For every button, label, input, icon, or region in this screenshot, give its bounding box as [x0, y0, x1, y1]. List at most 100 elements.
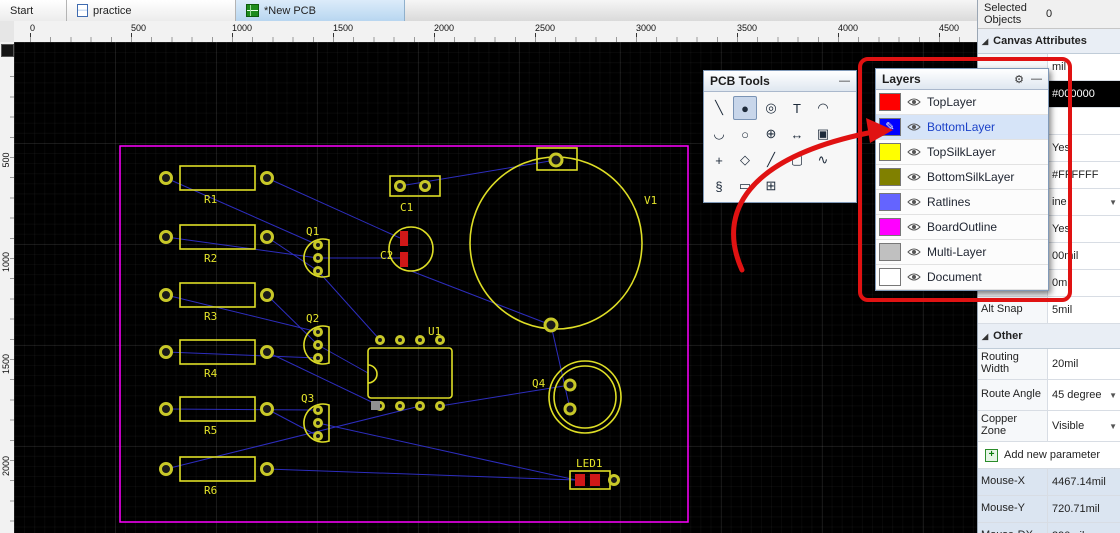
schematic-doc-icon: [77, 4, 88, 17]
ruler-mark: 500: [1, 152, 11, 168]
eye-icon[interactable]: [901, 247, 927, 257]
polygon-tool[interactable]: ◇: [733, 148, 757, 172]
image-tool[interactable]: ▣: [811, 122, 835, 146]
grid-tool[interactable]: ⊞: [759, 174, 783, 198]
component-label[interactable]: Q1: [306, 226, 319, 237]
component-label[interactable]: C1: [400, 202, 413, 213]
layer-name[interactable]: BottomLayer: [927, 120, 995, 134]
connect-tool[interactable]: §: [707, 174, 731, 198]
circle-tool[interactable]: ○: [733, 122, 757, 146]
attribute-value[interactable]: 45 degree ▼: [1048, 380, 1120, 410]
spline-tool[interactable]: ∿: [811, 148, 835, 172]
component-label[interactable]: R4: [204, 368, 217, 379]
attribute-value[interactable]: 00mil ▼: [1048, 243, 1120, 269]
pcb-tools-header[interactable]: PCB Tools —: [704, 71, 856, 92]
component-label[interactable]: Q3: [301, 393, 314, 404]
pcb-doc-icon: [246, 4, 259, 17]
layer-color-swatch[interactable]: ✎: [879, 218, 901, 236]
attribute-value[interactable]: mil ▼: [1048, 54, 1120, 80]
tab-new-pcb[interactable]: *New PCB: [236, 0, 405, 21]
attribute-value[interactable]: Visible ▼: [1048, 411, 1120, 441]
attribute-value[interactable]: ▼: [1048, 108, 1120, 134]
attribute-value[interactable]: #FFFFFF ▼: [1048, 162, 1120, 188]
eye-icon[interactable]: [901, 222, 927, 232]
attribute-value[interactable]: ine ▼: [1048, 189, 1120, 215]
component-label[interactable]: C2: [380, 250, 393, 261]
add-new-parameter-button[interactable]: + Add new parameter: [978, 442, 1120, 469]
minimize-icon[interactable]: —: [1031, 73, 1042, 85]
layer-color-swatch[interactable]: ✎: [879, 118, 901, 136]
layer-name[interactable]: Document: [927, 270, 982, 284]
tab-practice[interactable]: practice: [67, 0, 236, 21]
layer-row[interactable]: ✎ BottomSilkLayer: [876, 165, 1048, 190]
layer-name[interactable]: Ratlines: [927, 195, 970, 209]
component-label[interactable]: V1: [644, 195, 657, 206]
add-new-parameter-label: Add new parameter: [1004, 449, 1100, 461]
layer-row[interactable]: ✎ Document: [876, 265, 1048, 290]
ratlines: [165, 159, 577, 481]
component-label[interactable]: R1: [204, 194, 217, 205]
component-label[interactable]: R2: [204, 253, 217, 264]
layer-color-swatch[interactable]: ✎: [879, 268, 901, 286]
eye-icon[interactable]: [901, 97, 927, 107]
line-tool[interactable]: ╱: [759, 148, 783, 172]
layer-color-swatch[interactable]: ✎: [879, 243, 901, 261]
eye-icon[interactable]: [901, 122, 927, 132]
attribute-value[interactable]: 5mil ▼: [1048, 297, 1120, 323]
layer-name[interactable]: TopSilkLayer: [927, 145, 996, 159]
layer-color-swatch[interactable]: ✎: [879, 93, 901, 111]
ruler-mark: 2500: [535, 23, 556, 33]
layer-name[interactable]: BottomSilkLayer: [927, 170, 1014, 184]
component-label[interactable]: Q4: [532, 378, 545, 389]
component-label[interactable]: LED1: [576, 458, 603, 469]
component-label[interactable]: R5: [204, 425, 217, 436]
eye-icon[interactable]: [901, 172, 927, 182]
layer-row[interactable]: ✎ TopSilkLayer: [876, 140, 1048, 165]
attribute-value[interactable]: Yes ▼: [1048, 135, 1120, 161]
mouse-label: Mouse-Y: [978, 496, 1048, 522]
layer-row[interactable]: ✎ TopLayer: [876, 90, 1048, 115]
layer-row[interactable]: ✎ BoardOutline: [876, 215, 1048, 240]
layer-color-swatch[interactable]: ✎: [879, 193, 901, 211]
attribute-value-text: #000000: [1052, 88, 1095, 100]
tab-start[interactable]: Start: [0, 0, 67, 21]
layer-row[interactable]: ✎ Ratlines: [876, 190, 1048, 215]
move-tool[interactable]: ⊕: [759, 122, 783, 146]
mouse-row: Mouse-DX 390mil: [978, 523, 1120, 533]
canvas-attributes-section-header[interactable]: ◢ Canvas Attributes: [978, 29, 1120, 54]
attribute-value[interactable]: #000000 ▼: [1048, 81, 1120, 107]
track-tool[interactable]: ╲: [707, 96, 731, 120]
attribute-value[interactable]: Yes ▼: [1048, 216, 1120, 242]
arc-center-tool[interactable]: ◡: [707, 122, 731, 146]
dimension-tool[interactable]: ↔: [785, 122, 809, 146]
other-section-header[interactable]: ◢ Other: [978, 324, 1120, 349]
component-label[interactable]: Q2: [306, 313, 319, 324]
layers-header[interactable]: Layers ⚙ —: [876, 69, 1048, 90]
layer-row[interactable]: ✎ BottomLayer: [876, 115, 1048, 140]
layer-name[interactable]: Multi-Layer: [927, 245, 986, 259]
select-tool[interactable]: ▢: [785, 148, 809, 172]
ruler-mark: 1500: [1, 353, 11, 375]
tab-start-label: Start: [10, 4, 34, 17]
gear-icon[interactable]: ⚙: [1014, 73, 1024, 86]
layer-name[interactable]: TopLayer: [927, 95, 976, 109]
pad-tool[interactable]: ●: [733, 96, 757, 120]
via-tool[interactable]: ◎: [759, 96, 783, 120]
eye-icon[interactable]: [901, 272, 927, 282]
layer-row[interactable]: ✎ Multi-Layer: [876, 240, 1048, 265]
component-label[interactable]: R6: [204, 485, 217, 496]
eye-icon[interactable]: [901, 197, 927, 207]
rect-tool[interactable]: ▭: [733, 174, 757, 198]
eye-icon[interactable]: [901, 147, 927, 157]
layer-color-swatch[interactable]: ✎: [879, 143, 901, 161]
attribute-value[interactable]: 0mil ▼: [1048, 270, 1120, 296]
text-tool[interactable]: T: [785, 96, 809, 120]
minimize-icon[interactable]: —: [839, 75, 850, 87]
crosshair-tool[interactable]: +: [707, 148, 731, 172]
layer-name[interactable]: BoardOutline: [927, 220, 997, 234]
arc-tool[interactable]: ◠: [811, 96, 835, 120]
attribute-value[interactable]: 20mil ▼: [1048, 349, 1120, 379]
component-label[interactable]: R3: [204, 311, 217, 322]
component-label[interactable]: U1: [428, 326, 441, 337]
layer-color-swatch[interactable]: ✎: [879, 168, 901, 186]
